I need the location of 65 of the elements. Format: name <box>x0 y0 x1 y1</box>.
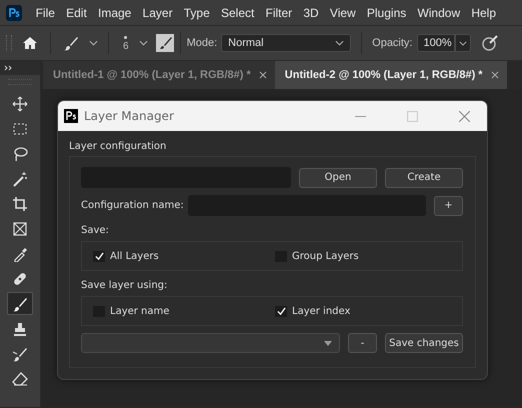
eraser-icon <box>12 370 28 386</box>
save-label: Save: <box>81 225 110 236</box>
menu-item[interactable]: Window <box>412 6 466 20</box>
menu-item[interactable]: Layer <box>136 6 178 20</box>
wand-icon <box>12 170 28 186</box>
section-title: Layer configuration <box>69 141 168 152</box>
close-icon <box>458 110 470 122</box>
dropdown-arrow-icon <box>324 340 332 346</box>
menu-item[interactable]: Plugins <box>361 6 412 20</box>
document-tab[interactable]: Untitled-2 @ 100% (Layer 1, RGB/8#) * <box>274 61 507 89</box>
menu-item[interactable]: Edit <box>60 6 92 20</box>
crop-icon <box>12 196 28 212</box>
menu-item[interactable]: Help <box>466 6 502 20</box>
window-title: Layer Manager <box>84 109 175 123</box>
lasso-icon <box>12 146 28 162</box>
menu-item[interactable]: Image <box>92 6 137 20</box>
checkbox[interactable] <box>275 306 287 316</box>
opacity-dropdown-button[interactable] <box>454 34 470 52</box>
checkmark-icon <box>94 252 104 260</box>
collapse-arrows-icon <box>4 65 13 71</box>
opacity-field[interactable]: 100% <box>416 34 454 52</box>
stamp-icon <box>12 320 28 336</box>
save-changes-button[interactable]: Save changes <box>385 333 463 353</box>
save-layer-using-label: Save layer using: <box>81 280 168 291</box>
eyedropper-icon <box>12 246 28 262</box>
checkbox-option[interactable]: All Layers <box>93 250 275 262</box>
chevron-down-icon <box>335 40 344 46</box>
menu-item[interactable]: Select <box>215 6 260 20</box>
brush-icon <box>12 296 28 312</box>
brush-icon <box>63 35 79 51</box>
menu-item[interactable]: File <box>30 6 61 20</box>
marquee-icon <box>12 120 28 136</box>
mode-dropdown[interactable]: Normal <box>221 34 352 52</box>
checkbox-option[interactable]: Layer name <box>93 306 275 316</box>
close-icon <box>490 71 499 79</box>
add-button[interactable]: + <box>434 196 463 216</box>
chevron-down-icon <box>138 40 148 46</box>
chevron-down-icon <box>89 40 98 46</box>
create-button[interactable]: Create <box>385 168 463 188</box>
photoshop-logo-icon <box>6 4 22 20</box>
opacity-label: Opacity: <box>372 37 412 49</box>
brush-tool-button[interactable] <box>7 292 33 315</box>
menu-item[interactable]: 3D <box>298 6 324 20</box>
mode-label: Mode: <box>186 37 218 49</box>
brush-panel-icon <box>156 34 174 52</box>
menu-item[interactable]: Filter <box>260 6 298 20</box>
brush-size[interactable]: 6 <box>123 41 129 52</box>
photoshop-logo-icon <box>64 109 78 123</box>
home-icon <box>22 35 38 51</box>
checkmark-icon <box>276 306 286 316</box>
document-tab[interactable]: Untitled-1 @ 100% (Layer 1, RGB/8#) * <box>43 61 275 89</box>
checkbox[interactable] <box>93 250 105 262</box>
checkbox-option[interactable]: Group Layers <box>275 250 457 262</box>
frame-icon <box>12 220 28 236</box>
configuration-name-label: Configuration name: <box>81 200 184 211</box>
maximize-icon <box>406 110 418 122</box>
remove-button[interactable]: - <box>348 333 377 353</box>
close-icon <box>258 71 267 79</box>
brush-preview-icon <box>124 36 128 39</box>
open-button[interactable]: Open <box>299 168 377 188</box>
menu-item[interactable]: View <box>324 6 362 20</box>
chevron-down-icon <box>458 40 466 46</box>
move-icon <box>12 96 28 112</box>
checkbox-option[interactable]: Layer index <box>275 306 457 316</box>
menu-item[interactable]: Type <box>178 6 216 20</box>
